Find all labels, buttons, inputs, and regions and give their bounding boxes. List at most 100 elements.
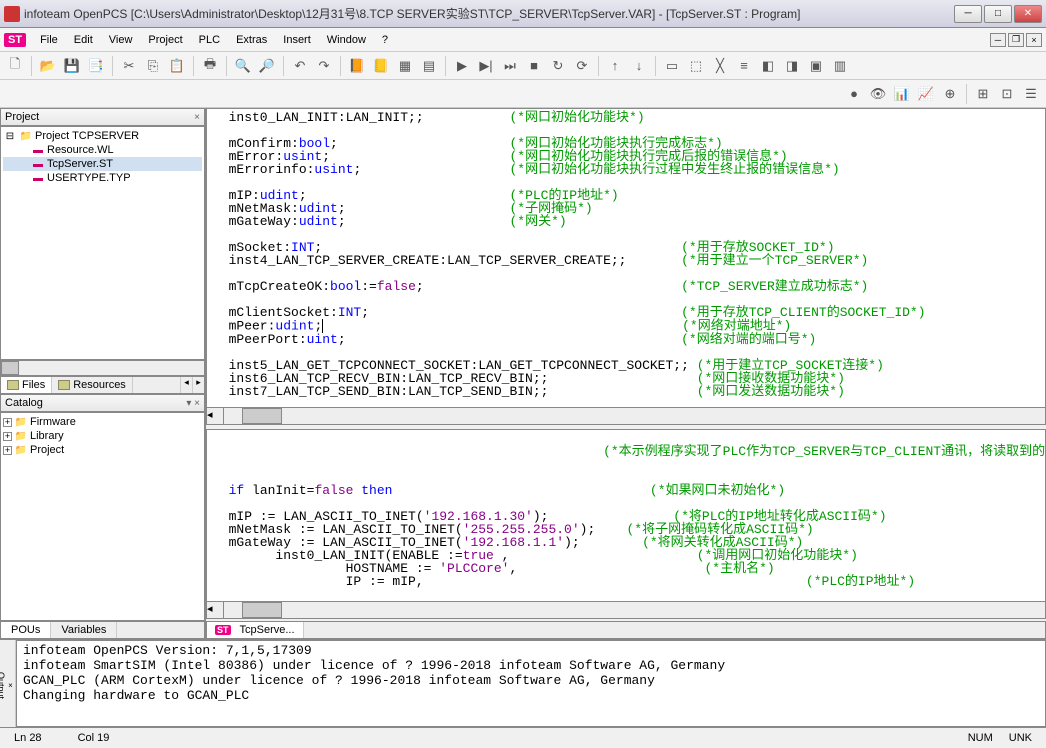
folder-icon: 📁 [14, 416, 28, 428]
catalog-item[interactable]: +📁Project [3, 443, 202, 457]
catalog-tree[interactable]: +📁Firmware+📁Library+📁Project [0, 412, 205, 621]
stepover-icon[interactable]: ⏭ [499, 55, 521, 77]
tab-files[interactable]: Files [1, 377, 52, 393]
refresh-icon[interactable]: ⟳ [571, 55, 593, 77]
file-tab-tcpserver[interactable]: ST TcpServe... [207, 622, 304, 638]
statusbar: Ln 28 Col 19 NUM UNK [0, 727, 1046, 748]
project-panel-header: Project × [0, 108, 205, 126]
catalog-panel-header: Catalog ▾ × [0, 394, 205, 412]
bp-icon[interactable]: ● [843, 83, 865, 105]
compile-icon[interactable]: ▦ [394, 55, 416, 77]
tree-item[interactable]: ▬Resource.WL [3, 143, 202, 157]
folder-icon: 📁 [19, 130, 33, 142]
st-icon: ST [215, 625, 231, 635]
tab-resources[interactable]: Resources [52, 377, 133, 393]
menu-extras[interactable]: Extras [228, 31, 275, 49]
scope-icon[interactable]: 📈 [915, 83, 937, 105]
code-editor-body[interactable]: (*本示例程序实现了PLC作为TCP_SERVER与TCP_CLIENT通讯，将… [206, 429, 1046, 602]
menu-project[interactable]: Project [140, 31, 190, 49]
files-icon [7, 380, 19, 390]
extra4-icon[interactable]: ≡ [733, 55, 755, 77]
menu-file[interactable]: File [32, 31, 66, 49]
folder-icon: 📁 [14, 430, 28, 442]
tab-left-icon[interactable]: ◂ [180, 377, 192, 393]
rebuild-icon[interactable]: 📒 [370, 55, 392, 77]
cut-icon[interactable]: ✂ [118, 55, 140, 77]
print-icon[interactable]: 🖶 [199, 55, 221, 77]
save-icon[interactable]: 💾 [61, 55, 83, 77]
file-icon: ▬ [31, 172, 45, 184]
output-label: × Output [0, 640, 16, 727]
catalog-item[interactable]: +📁Library [3, 429, 202, 443]
tab-variables[interactable]: Variables [51, 622, 117, 638]
expand-icon[interactable]: + [3, 418, 12, 427]
expand-icon[interactable]: + [3, 446, 12, 455]
tab-pous[interactable]: POUs [1, 622, 51, 638]
menu-view[interactable]: View [101, 31, 141, 49]
code-editor-declarations[interactable]: inst0_LAN_INIT:LAN_INIT;; (*网口初始化功能块*) m… [206, 108, 1046, 408]
menubar: ST FileEditViewProjectPLCExtrasInsertWin… [0, 28, 1046, 52]
tree-root[interactable]: ⊟📁 Project TCPSERVER [3, 129, 202, 143]
menu-insert[interactable]: Insert [275, 31, 319, 49]
redo-icon[interactable]: ↷ [313, 55, 335, 77]
menu-edit[interactable]: Edit [66, 31, 101, 49]
copy-icon[interactable]: ⎘ [142, 55, 164, 77]
upper-hscroll[interactable]: ◂ [206, 408, 1046, 425]
extra5-icon[interactable]: ◧ [757, 55, 779, 77]
folder-icon: 📁 [14, 444, 28, 456]
download-icon[interactable]: ↓ [628, 55, 650, 77]
trace-icon[interactable]: 📊 [891, 83, 913, 105]
menu-window[interactable]: Window [319, 31, 374, 49]
file-icon: ▬ [31, 158, 45, 170]
step-icon[interactable]: ▶| [475, 55, 497, 77]
mdi-close[interactable]: × [1026, 33, 1042, 47]
menu-?[interactable]: ? [374, 31, 396, 49]
build-icon[interactable]: 📙 [346, 55, 368, 77]
paste-icon[interactable]: 📋 [166, 55, 188, 77]
extra2-icon[interactable]: ⬚ [685, 55, 707, 77]
menu-plc[interactable]: PLC [191, 31, 228, 49]
extra1-icon[interactable]: ▭ [661, 55, 683, 77]
tree-item[interactable]: ▬USERTYPE.TYP [3, 171, 202, 185]
toolbar-secondary: ● 👁 📊 📈 ⊕ ⊞ ⊡ ☰ [0, 80, 1046, 108]
findnext-icon[interactable]: 🔎 [256, 55, 278, 77]
target-icon[interactable]: ▤ [418, 55, 440, 77]
open-icon[interactable]: 📂 [37, 55, 59, 77]
toolbar-main: 🗋 📂 💾 📑 ✂ ⎘ 📋 🖶 🔍 🔎 ↶ ↷ 📙 📒 ▦ ▤ ▶ ▶| ⏭ ■… [0, 52, 1046, 80]
output-log[interactable]: infoteam OpenPCS Version: 7,1,5,17309 in… [16, 640, 1046, 727]
toggle-icon[interactable]: ⊕ [939, 83, 961, 105]
expand-icon[interactable]: + [3, 432, 12, 441]
extra7-icon[interactable]: ▣ [805, 55, 827, 77]
extra8-icon[interactable]: ▥ [829, 55, 851, 77]
cycle-icon[interactable]: ↻ [547, 55, 569, 77]
mdi-minimize[interactable]: ─ [990, 33, 1006, 47]
undo-icon[interactable]: ↶ [289, 55, 311, 77]
project-tree[interactable]: ⊟📁 Project TCPSERVER ▬Resource.WL▬TcpSer… [0, 126, 205, 360]
stop-icon[interactable]: ■ [523, 55, 545, 77]
watch-icon[interactable]: 👁 [867, 83, 889, 105]
catalog-item[interactable]: +📁Firmware [3, 415, 202, 429]
project-hscroll[interactable] [0, 360, 205, 376]
close-button[interactable]: ✕ [1014, 5, 1042, 23]
layout1-icon[interactable]: ⊞ [972, 83, 994, 105]
pin-icon[interactable]: × [194, 112, 200, 123]
minimize-button[interactable]: ─ [954, 5, 982, 23]
find-icon[interactable]: 🔍 [232, 55, 254, 77]
lower-hscroll[interactable]: ◂ [206, 602, 1046, 619]
extra3-icon[interactable]: ╳ [709, 55, 731, 77]
window-title: infoteam OpenPCS [C:\Users\Administrator… [24, 5, 954, 22]
run-icon[interactable]: ▶ [451, 55, 473, 77]
connect-icon[interactable]: ↑ [604, 55, 626, 77]
resources-icon [58, 380, 70, 390]
layout3-icon[interactable]: ☰ [1020, 83, 1042, 105]
extra6-icon[interactable]: ◨ [781, 55, 803, 77]
maximize-button[interactable]: □ [984, 5, 1012, 23]
st-badge: ST [4, 33, 26, 47]
layout2-icon[interactable]: ⊡ [996, 83, 1018, 105]
tab-right-icon[interactable]: ▸ [192, 377, 204, 393]
tree-item[interactable]: ▬TcpServer.ST [3, 157, 202, 171]
pin-icon[interactable]: ▾ × [186, 398, 200, 409]
mdi-restore[interactable]: ❐ [1008, 33, 1024, 47]
new-icon[interactable]: 🗋 [4, 55, 26, 77]
saveall-icon[interactable]: 📑 [85, 55, 107, 77]
